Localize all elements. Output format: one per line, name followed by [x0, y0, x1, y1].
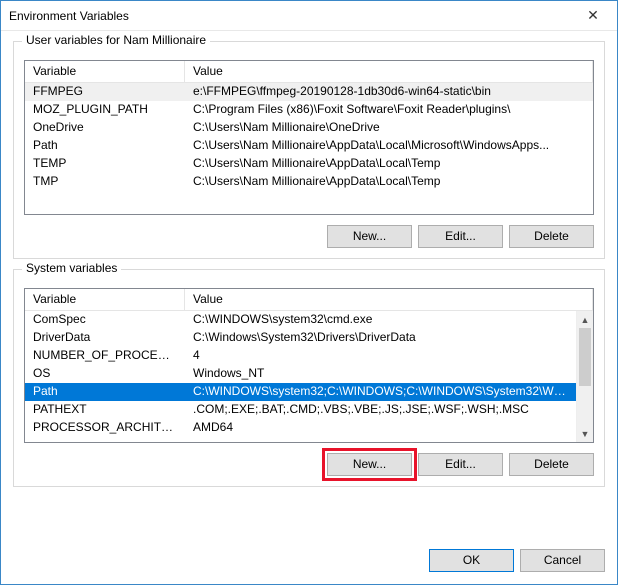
cell-variable: MOZ_PLUGIN_PATH	[25, 101, 185, 119]
cell-variable: Path	[25, 137, 185, 155]
cell-variable: OS	[25, 365, 185, 383]
dialog-button-row: OK Cancel	[1, 545, 617, 584]
cell-value: e:\FFMPEG\ffmpeg-20190128-1db30d6-win64-…	[185, 83, 593, 101]
cell-variable: Path	[25, 383, 185, 401]
system-variables-group: System variables Variable Value ComSpecC…	[13, 269, 605, 487]
table-row[interactable]: PathC:\Users\Nam Millionaire\AppData\Loc…	[25, 137, 593, 155]
cell-value: .COM;.EXE;.BAT;.CMD;.VBS;.VBE;.JS;.JSE;.…	[185, 401, 576, 419]
scroll-up-icon[interactable]: ▲	[577, 311, 593, 328]
user-new-button[interactable]: New...	[327, 225, 412, 248]
cell-variable: NUMBER_OF_PROCESSORS	[25, 347, 185, 365]
cell-variable: ComSpec	[25, 311, 185, 329]
cell-value: C:\WINDOWS\system32;C:\WINDOWS;C:\WINDOW…	[185, 383, 576, 401]
table-row[interactable]: OneDriveC:\Users\Nam Millionaire\OneDriv…	[25, 119, 593, 137]
user-list-header: Variable Value	[25, 61, 593, 83]
client-area: User variables for Nam Millionaire Varia…	[1, 31, 617, 545]
cell-value: C:\Users\Nam Millionaire\AppData\Local\M…	[185, 137, 593, 155]
ok-button[interactable]: OK	[429, 549, 514, 572]
system-group-label: System variables	[22, 261, 121, 275]
table-row[interactable]: PROCESSOR_ARCHITECTUREAMD64	[25, 419, 576, 437]
system-variables-list[interactable]: Variable Value ComSpecC:\WINDOWS\system3…	[24, 288, 594, 443]
cell-value: C:\Users\Nam Millionaire\AppData\Local\T…	[185, 173, 593, 191]
column-variable[interactable]: Variable	[25, 289, 185, 310]
system-edit-button[interactable]: Edit...	[418, 453, 503, 476]
system-button-row: New... Edit... Delete	[24, 453, 594, 476]
column-value[interactable]: Value	[185, 61, 593, 82]
cell-value: AMD64	[185, 419, 576, 437]
cell-variable: DriverData	[25, 329, 185, 347]
system-delete-button[interactable]: Delete	[509, 453, 594, 476]
cell-value: 4	[185, 347, 576, 365]
window-title: Environment Variables	[9, 9, 571, 23]
user-variables-list[interactable]: Variable Value FFMPEGe:\FFMPEG\ffmpeg-20…	[24, 60, 594, 215]
user-delete-button[interactable]: Delete	[509, 225, 594, 248]
column-value[interactable]: Value	[185, 289, 593, 310]
cell-variable: TEMP	[25, 155, 185, 173]
cell-value: C:\Users\Nam Millionaire\AppData\Local\T…	[185, 155, 593, 173]
cancel-button[interactable]: Cancel	[520, 549, 605, 572]
user-button-row: New... Edit... Delete	[24, 225, 594, 248]
user-list-body: FFMPEGe:\FFMPEG\ffmpeg-20190128-1db30d6-…	[25, 83, 593, 214]
cell-value: C:\Users\Nam Millionaire\OneDrive	[185, 119, 593, 137]
scroll-thumb[interactable]	[579, 328, 591, 386]
system-new-button[interactable]: New...	[327, 453, 412, 476]
table-row[interactable]: DriverDataC:\Windows\System32\Drivers\Dr…	[25, 329, 576, 347]
table-row[interactable]: FFMPEGe:\FFMPEG\ffmpeg-20190128-1db30d6-…	[25, 83, 593, 101]
environment-variables-dialog: Environment Variables ✕ User variables f…	[0, 0, 618, 585]
table-row[interactable]: ComSpecC:\WINDOWS\system32\cmd.exe	[25, 311, 576, 329]
cell-value: Windows_NT	[185, 365, 576, 383]
cell-variable: FFMPEG	[25, 83, 185, 101]
table-row[interactable]: PATHEXT.COM;.EXE;.BAT;.CMD;.VBS;.VBE;.JS…	[25, 401, 576, 419]
user-variables-group: User variables for Nam Millionaire Varia…	[13, 41, 605, 259]
system-scrollbar[interactable]: ▲ ▼	[576, 311, 593, 442]
close-button[interactable]: ✕	[571, 2, 615, 30]
cell-variable: PATHEXT	[25, 401, 185, 419]
close-icon: ✕	[587, 7, 599, 24]
cell-variable: TMP	[25, 173, 185, 191]
table-row[interactable]: PathC:\WINDOWS\system32;C:\WINDOWS;C:\WI…	[25, 383, 576, 401]
column-variable[interactable]: Variable	[25, 61, 185, 82]
titlebar: Environment Variables ✕	[1, 1, 617, 31]
system-list-header: Variable Value	[25, 289, 593, 311]
table-row[interactable]: MOZ_PLUGIN_PATHC:\Program Files (x86)\Fo…	[25, 101, 593, 119]
scroll-down-icon[interactable]: ▼	[577, 425, 593, 442]
table-row[interactable]: TMPC:\Users\Nam Millionaire\AppData\Loca…	[25, 173, 593, 191]
table-row[interactable]: OSWindows_NT	[25, 365, 576, 383]
table-row[interactable]: TEMPC:\Users\Nam Millionaire\AppData\Loc…	[25, 155, 593, 173]
system-list-body: ComSpecC:\WINDOWS\system32\cmd.exeDriver…	[25, 311, 593, 442]
cell-variable: OneDrive	[25, 119, 185, 137]
cell-value: C:\Program Files (x86)\Foxit Software\Fo…	[185, 101, 593, 119]
scroll-track[interactable]	[577, 328, 593, 425]
cell-value: C:\Windows\System32\Drivers\DriverData	[185, 329, 576, 347]
cell-variable: PROCESSOR_ARCHITECTURE	[25, 419, 185, 437]
user-edit-button[interactable]: Edit...	[418, 225, 503, 248]
user-group-label: User variables for Nam Millionaire	[22, 33, 210, 47]
table-row[interactable]: NUMBER_OF_PROCESSORS4	[25, 347, 576, 365]
cell-value: C:\WINDOWS\system32\cmd.exe	[185, 311, 576, 329]
